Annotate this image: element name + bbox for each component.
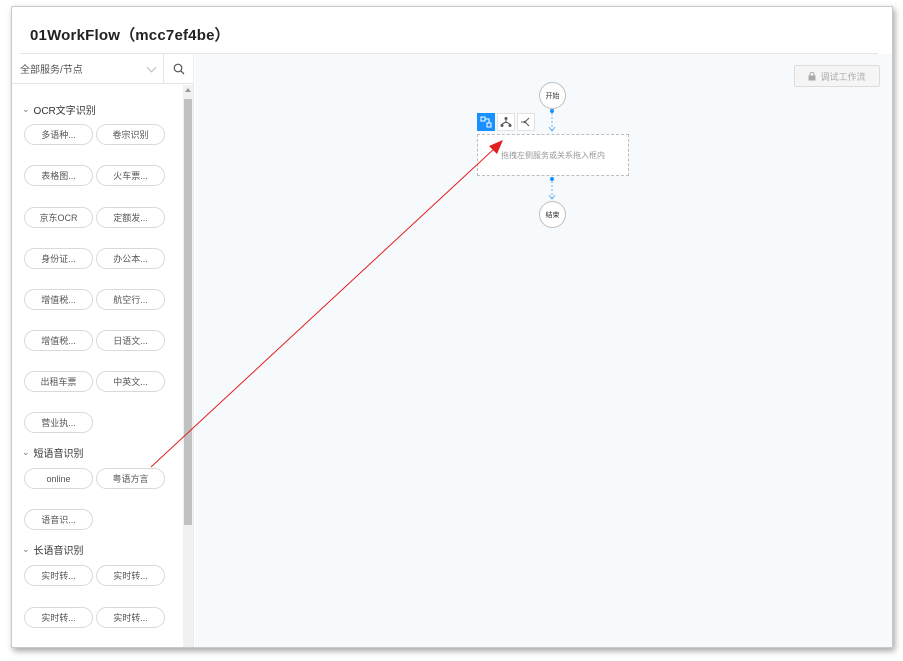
service-list: ⌄ OCR文字识别 多语种... 卷宗识别 表格图... 火车票... 京东OC… bbox=[12, 85, 182, 647]
chevron-down-icon bbox=[146, 62, 157, 72]
scrollbar-thumb[interactable] bbox=[184, 99, 192, 525]
start-node[interactable]: 开始 bbox=[539, 82, 566, 109]
group-header-long-speech[interactable]: ⌄ 长语音识别 bbox=[22, 542, 84, 557]
service-chip[interactable]: 京东OCR bbox=[24, 207, 93, 228]
caret-down-icon: ⌄ bbox=[22, 104, 30, 114]
group-header-short-speech[interactable]: ⌄ 短语音识别 bbox=[22, 445, 84, 460]
group-label: OCR文字识别 bbox=[33, 106, 96, 117]
search-icon bbox=[173, 63, 185, 74]
branch-icon bbox=[500, 117, 512, 127]
service-chip[interactable]: 实时转... bbox=[96, 607, 165, 628]
service-chip[interactable]: 粤语方言 bbox=[96, 468, 165, 489]
service-chip[interactable]: 实时转... bbox=[24, 565, 93, 586]
caret-down-icon: ⌄ bbox=[22, 544, 30, 554]
service-filter-select[interactable]: 全部服务/节点 bbox=[12, 53, 164, 84]
service-chip[interactable]: 中英文... bbox=[96, 371, 165, 392]
node-drop-zone[interactable]: 拖拽左侧服务或关系拖入框内 bbox=[477, 134, 629, 176]
service-chip[interactable]: 实时转... bbox=[24, 607, 93, 628]
search-button[interactable] bbox=[164, 54, 194, 84]
page-title: 01WorkFlow（mcc7ef4be） bbox=[30, 27, 230, 44]
service-chip[interactable]: 语音识... bbox=[24, 509, 93, 530]
group-header-ocr[interactable]: ⌄ OCR文字识别 bbox=[22, 102, 96, 117]
service-chip[interactable]: 航空行... bbox=[96, 289, 165, 310]
scroll-up-icon[interactable] bbox=[185, 88, 191, 92]
service-chip[interactable]: 火车票... bbox=[96, 165, 165, 186]
service-chip[interactable]: 表格图... bbox=[24, 165, 93, 186]
service-filter-value: 全部服务/节点 bbox=[20, 65, 83, 76]
service-chip[interactable]: 办公本... bbox=[96, 248, 165, 269]
debug-workflow-button[interactable]: 调试工作流 bbox=[794, 65, 880, 87]
tool-parallel[interactable] bbox=[497, 113, 515, 131]
tool-serial[interactable] bbox=[477, 113, 495, 131]
caret-down-icon: ⌄ bbox=[22, 447, 30, 457]
service-chip[interactable]: 多语种... bbox=[24, 124, 93, 145]
flow-icon bbox=[480, 116, 492, 128]
sidebar-scrollbar[interactable] bbox=[183, 85, 193, 647]
service-chip[interactable]: 出租车票 bbox=[24, 371, 93, 392]
workflow-canvas[interactable]: 调试工作流 开始 拖拽左侧服务或关系拖入框内 结束 bbox=[195, 54, 892, 647]
service-chip[interactable]: 实时转... bbox=[96, 565, 165, 586]
group-label: 短语音识别 bbox=[33, 449, 84, 460]
service-chip[interactable]: online bbox=[24, 468, 93, 489]
service-chip[interactable]: 定额发... bbox=[96, 207, 165, 228]
service-chip[interactable]: 日语文... bbox=[96, 330, 165, 351]
service-chip[interactable]: 身份证... bbox=[24, 248, 93, 269]
group-label: 长语音识别 bbox=[33, 546, 84, 557]
search-row: 全部服务/节点 bbox=[12, 53, 194, 84]
service-chip[interactable]: 卷宗识别 bbox=[96, 124, 165, 145]
lock-icon bbox=[808, 71, 816, 80]
tool-condition[interactable] bbox=[517, 113, 535, 131]
node-toolbar bbox=[477, 113, 535, 131]
workflow-window: 01WorkFlow（mcc7ef4be） 全部服务/节点 ⌄ OCR文字识别 … bbox=[11, 6, 893, 648]
sidebar: 全部服务/节点 ⌄ OCR文字识别 多语种... 卷宗识别 表格图... 火车票… bbox=[12, 53, 194, 647]
service-chip[interactable]: 营业执... bbox=[24, 412, 93, 433]
fork-icon bbox=[521, 117, 530, 127]
service-chip[interactable]: 增值税... bbox=[24, 289, 93, 310]
debug-workflow-label: 调试工作流 bbox=[820, 71, 866, 82]
service-chip[interactable]: 增值税... bbox=[24, 330, 93, 351]
end-node[interactable]: 结束 bbox=[539, 201, 566, 228]
